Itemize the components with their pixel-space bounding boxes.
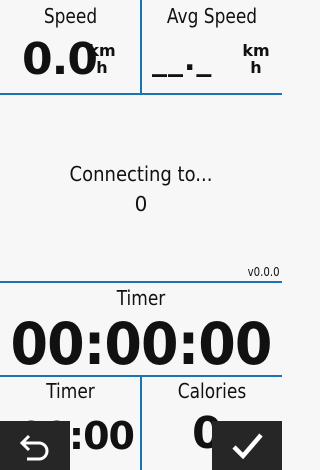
- connecting-count: 0: [134, 192, 148, 216]
- connecting-message: Connecting to...: [69, 162, 213, 186]
- divider-middle: [0, 281, 282, 283]
- divider-top-vertical: [140, 0, 142, 93]
- speed-unit: km h: [84, 43, 120, 76]
- checkmark-icon: [232, 433, 263, 459]
- timer-value: 00:00:00: [10, 310, 273, 378]
- avg-speed-unit-top: km: [242, 41, 270, 60]
- timer-small-label: Timer: [46, 379, 95, 403]
- divider-bottom-vertical: [140, 377, 142, 470]
- speed-unit-top: km: [88, 41, 116, 60]
- timer-label: Timer: [116, 286, 166, 310]
- speed-unit-bottom: h: [96, 58, 108, 77]
- avg-speed-label: Avg Speed: [166, 4, 258, 28]
- speed-label: Speed: [43, 4, 98, 28]
- avg-speed-value: __._: [152, 43, 213, 78]
- back-arrow-icon: [19, 434, 49, 460]
- divider-top: [0, 93, 282, 95]
- calories-label: Calories: [177, 379, 247, 403]
- version-text: v0.0.0: [248, 265, 280, 279]
- avg-speed-unit-bottom: h: [250, 58, 262, 77]
- confirm-button[interactable]: [212, 421, 282, 470]
- back-button[interactable]: [0, 421, 70, 470]
- avg-speed-unit: km h: [238, 43, 274, 76]
